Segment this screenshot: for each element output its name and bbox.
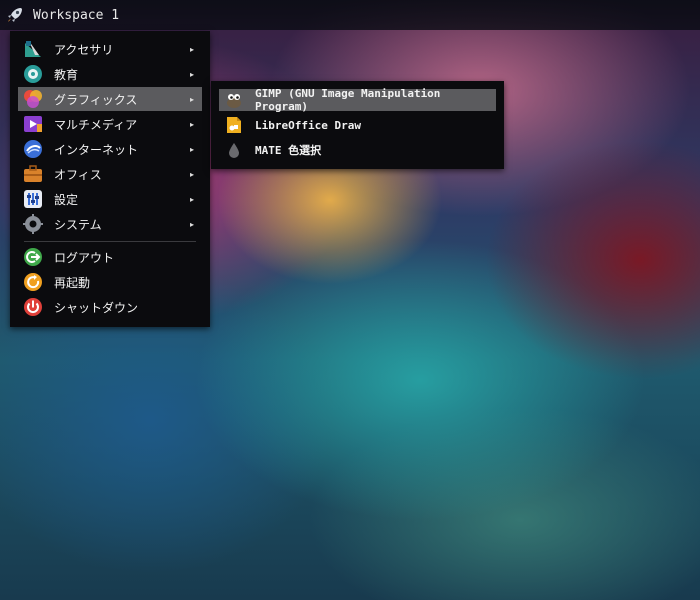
menu-item-education[interactable]: 教育 ▸ [18, 62, 202, 86]
submenu-arrow-icon: ▸ [189, 69, 194, 79]
graphics-submenu: GIMP (GNU Image Manipulation Program) Li… [211, 81, 504, 169]
submenu-arrow-icon: ▸ [189, 44, 194, 54]
menu-item-internet[interactable]: インターネット ▸ [18, 137, 202, 161]
multimedia-icon [23, 114, 43, 134]
settings-icon [23, 189, 43, 209]
menu-item-graphics[interactable]: グラフィックス ▸ [18, 87, 202, 111]
menu-item-label: 再起動 [54, 275, 91, 290]
menu-item-office[interactable]: オフィス ▸ [18, 162, 202, 186]
rocket-icon[interactable] [0, 0, 30, 30]
color-picker-icon [225, 141, 243, 159]
gimp-icon [225, 91, 243, 109]
submenu-item-libreoffice-draw[interactable]: LibreOffice Draw [219, 114, 496, 136]
submenu-item-color-selection[interactable]: MATE 色選択 [219, 139, 496, 161]
reboot-icon [23, 272, 43, 292]
submenu-arrow-icon: ▸ [189, 119, 194, 129]
menu-item-label: 教育 [54, 67, 79, 82]
logout-icon [23, 247, 43, 267]
submenu-item-label: GIMP (GNU Image Manipulation Program) [255, 87, 441, 113]
submenu-arrow-icon: ▸ [189, 219, 194, 229]
menu-separator [24, 241, 196, 242]
shutdown-icon [23, 297, 43, 317]
menu-item-label: インターネット [54, 142, 139, 157]
menu-item-label: 設定 [54, 192, 79, 207]
top-panel: Workspace 1 [0, 0, 700, 30]
menu-item-label: グラフィックス [54, 92, 138, 107]
submenu-item-label: MATE 色選択 [255, 144, 322, 157]
office-icon [23, 164, 43, 184]
graphics-icon [23, 89, 43, 109]
submenu-arrow-icon: ▸ [189, 94, 194, 104]
libreoffice-draw-icon [225, 116, 243, 134]
menu-item-shutdown[interactable]: シャットダウン [18, 295, 202, 319]
menu-item-label: ログアウト [54, 250, 115, 265]
system-icon [23, 214, 43, 234]
applications-menu: アクセサリ ▸ 教育 ▸ グラフィックス ▸ マルチメディア ▸ インターネット… [10, 31, 210, 327]
education-icon [23, 64, 43, 84]
workspace-label[interactable]: Workspace 1 [33, 8, 119, 23]
menu-item-label: マルチメディア [54, 117, 138, 132]
menu-item-settings[interactable]: 設定 ▸ [18, 187, 202, 211]
menu-item-system[interactable]: システム ▸ [18, 212, 202, 236]
menu-item-multimedia[interactable]: マルチメディア ▸ [18, 112, 202, 136]
submenu-item-label: LibreOffice Draw [255, 118, 361, 132]
accessories-icon [23, 39, 43, 59]
menu-item-reboot[interactable]: 再起動 [18, 270, 202, 294]
submenu-arrow-icon: ▸ [189, 169, 194, 179]
menu-item-label: システム [54, 217, 102, 232]
menu-item-label: オフィス [54, 167, 102, 182]
menu-item-label: シャットダウン [54, 300, 139, 315]
menu-item-label: アクセサリ [54, 42, 114, 57]
menu-item-accessories[interactable]: アクセサリ ▸ [18, 37, 202, 61]
menu-item-logout[interactable]: ログアウト [18, 245, 202, 269]
internet-icon [23, 139, 43, 159]
submenu-arrow-icon: ▸ [189, 194, 194, 204]
submenu-arrow-icon: ▸ [189, 144, 194, 154]
submenu-item-gimp[interactable]: GIMP (GNU Image Manipulation Program) [219, 87, 496, 113]
